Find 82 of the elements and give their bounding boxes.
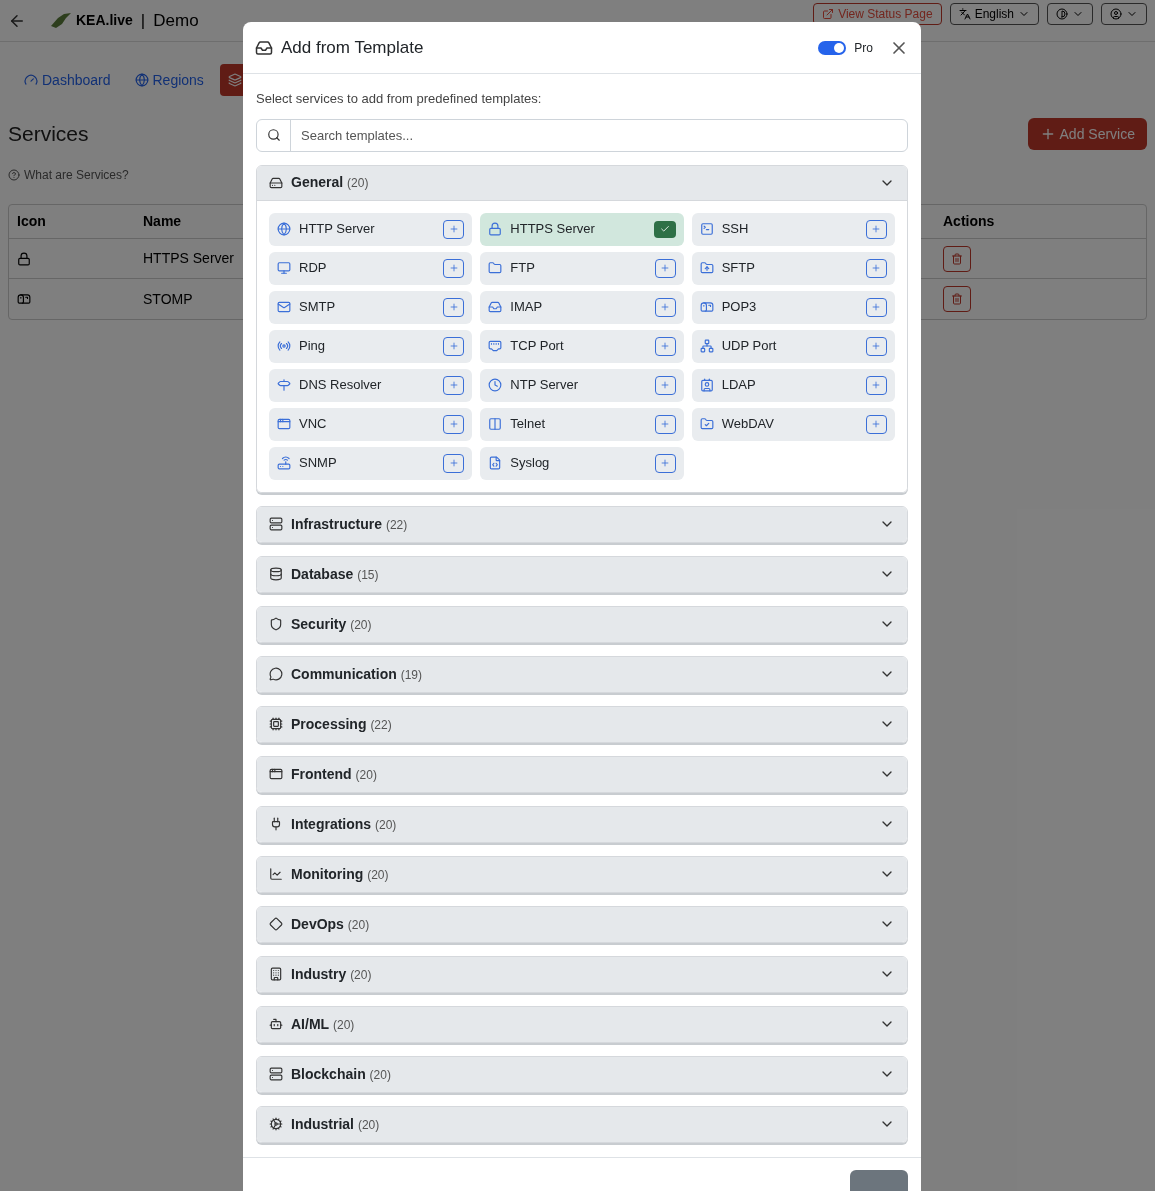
template-item[interactable]: FTP: [480, 251, 684, 285]
template-item[interactable]: Telnet: [480, 407, 684, 441]
category-title: AI/ML (20): [291, 1014, 355, 1034]
category-header[interactable]: Industry (20): [257, 956, 907, 992]
template-name: POP3: [721, 298, 758, 317]
template-item[interactable]: UDP Port: [691, 329, 895, 363]
template-name: LDAP: [721, 376, 757, 395]
category-title: DevOps (20): [291, 914, 370, 934]
column-header: Icon: [16, 212, 47, 231]
category-header[interactable]: General (20): [257, 165, 907, 201]
template-name: SMTP: [299, 298, 337, 317]
category-title: General (20): [291, 173, 369, 192]
category-title: Industrial (20): [291, 1114, 380, 1134]
table-cell-text: STOMP: [143, 289, 193, 309]
template-item[interactable]: LDAP: [691, 368, 895, 402]
category-title: Frontend (20): [291, 764, 377, 784]
template-name: NTP Server: [510, 376, 579, 395]
category-title: Industry (20): [291, 964, 372, 984]
template-item[interactable]: SNMP: [269, 446, 473, 480]
category-header[interactable]: Database (15): [257, 556, 907, 592]
category-header[interactable]: Infrastructure (22): [257, 506, 907, 542]
category-title: Database (15): [291, 564, 379, 584]
category-header[interactable]: Industrial (20): [257, 1106, 907, 1142]
category-header[interactable]: Security (20): [257, 606, 907, 642]
template-name: SFTP: [721, 259, 756, 278]
template-name: Telnet: [510, 415, 547, 434]
template-name: SNMP: [299, 454, 338, 473]
category-header[interactable]: DevOps (20): [257, 906, 907, 942]
category-title: Infrastructure (22): [291, 514, 408, 534]
language-dropdown[interactable]: English: [949, 3, 1039, 25]
template-item[interactable]: TCP Port: [480, 329, 684, 363]
template-name: WebDAV: [721, 415, 775, 434]
template-item[interactable]: HTTP Server: [269, 212, 473, 246]
template-name: UDP Port: [721, 337, 778, 356]
template-item[interactable]: IMAP: [480, 290, 684, 324]
template-name: VNC: [299, 415, 328, 434]
dialog-title: Add from Template: [281, 36, 424, 59]
category-header[interactable]: Monitoring (20): [257, 856, 907, 892]
template-item[interactable]: POP3: [691, 290, 895, 324]
template-name: Syslog: [510, 454, 551, 473]
template-item[interactable]: Ping: [269, 329, 473, 363]
category-title: Integrations (20): [291, 814, 397, 834]
template-name: SSH: [721, 220, 750, 239]
column-header: Actions: [943, 212, 995, 231]
category-title: Security (20): [291, 614, 372, 634]
category-header[interactable]: Processing (22): [257, 706, 907, 742]
category-title: Blockchain (20): [291, 1064, 391, 1084]
category-title: Communication (19): [291, 664, 422, 684]
instruction-text: Select services to add from predefined templates:: [256, 90, 543, 108]
category-header[interactable]: Blockchain (20): [257, 1056, 907, 1092]
category-title: Processing (22): [291, 714, 392, 734]
project-name: Demo: [153, 9, 199, 32]
template-item[interactable]: RDP: [269, 251, 473, 285]
category-title: Monitoring (20): [291, 864, 389, 884]
pro-label: Pro: [854, 39, 873, 57]
template-name: TCP Port: [510, 337, 565, 356]
page-title: Services: [8, 121, 89, 148]
template-item[interactable]: VNC: [269, 407, 473, 441]
template-name: RDP: [299, 259, 328, 278]
template-name: DNS Resolver: [299, 376, 383, 395]
category-header[interactable]: Communication (19): [257, 656, 907, 692]
column-header: Name: [143, 212, 182, 231]
template-item[interactable]: SMTP: [269, 290, 473, 324]
table-cell-text: HTTPS Server: [143, 249, 234, 268]
template-item[interactable]: Syslog: [480, 446, 684, 480]
template-name: HTTPS Server: [510, 220, 596, 239]
help-link[interactable]: What are Services?: [24, 166, 129, 184]
category-header[interactable]: Frontend (20): [257, 756, 907, 792]
template-item[interactable]: SSH: [691, 212, 895, 246]
category-header[interactable]: Integrations (20): [257, 806, 907, 842]
template-name: HTTP Server: [299, 220, 376, 239]
template-name: FTP: [510, 259, 536, 278]
brand-name: KEA.live: [76, 11, 133, 30]
template-item[interactable]: SFTP: [691, 251, 895, 285]
template-item[interactable]: HTTPS Server: [480, 212, 684, 246]
template-item[interactable]: DNS Resolver: [269, 368, 473, 402]
template-item[interactable]: WebDAV: [691, 407, 895, 441]
separator: |: [140, 9, 146, 32]
template-name: Ping: [299, 337, 327, 356]
template-name: IMAP: [510, 298, 544, 317]
category-header[interactable]: AI/ML (20): [257, 1006, 907, 1042]
template-item[interactable]: NTP Server: [480, 368, 684, 402]
